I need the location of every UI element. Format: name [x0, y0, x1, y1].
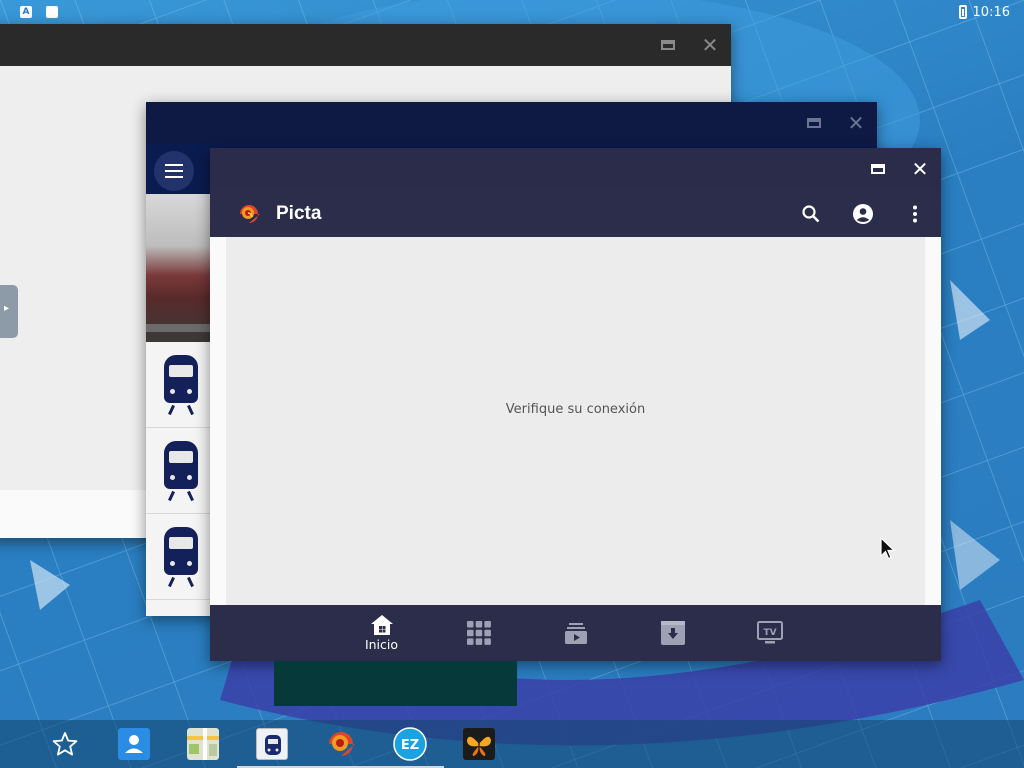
map-icon: [186, 728, 219, 760]
maximize-button[interactable]: [857, 148, 899, 190]
taskbar-contacts[interactable]: [99, 720, 168, 768]
close-icon: ✕: [911, 157, 929, 181]
picta-app-bar: Picta: [210, 190, 941, 237]
nav-categories[interactable]: [430, 605, 527, 661]
side-drawer-handle[interactable]: [0, 285, 18, 338]
menu-button[interactable]: [154, 151, 194, 191]
list-item[interactable]: [146, 428, 216, 514]
clock: 10:16: [972, 4, 1010, 20]
taskbar: EZ: [0, 720, 1024, 768]
taskbar-ez-app[interactable]: EZ: [375, 720, 444, 768]
nav-tv[interactable]: TV: [721, 605, 818, 661]
battery-icon: [958, 5, 967, 19]
video-library-icon: [564, 623, 587, 644]
close-icon: ✕: [701, 33, 719, 57]
bottom-navigation: Inicio TV: [210, 605, 941, 661]
app-title: Picta: [276, 202, 322, 224]
maximize-icon: [661, 40, 675, 50]
status-bar: A 10:16: [0, 0, 1024, 24]
taskbar-butterfly-app[interactable]: [444, 720, 513, 768]
nav-label: Inicio: [364, 637, 399, 652]
train-icon: [162, 354, 200, 415]
account-icon: [853, 203, 873, 224]
train-icon: [162, 526, 200, 587]
background-window-fragment: [274, 661, 517, 706]
list-item[interactable]: [146, 342, 216, 428]
maximize-icon: [871, 164, 885, 174]
taskbar-maps[interactable]: [168, 720, 237, 768]
taskbar-favorites[interactable]: [30, 720, 99, 768]
picta-window-titlebar[interactable]: ✕: [210, 148, 941, 190]
close-button[interactable]: ✕: [899, 148, 941, 190]
maximize-button[interactable]: [647, 24, 689, 66]
list-item[interactable]: [146, 514, 216, 600]
trains-list: [146, 342, 216, 600]
connection-error-message: Verifique su conexión: [505, 401, 646, 417]
tv-icon: TV: [756, 621, 783, 644]
butterfly-app-icon: [462, 728, 495, 760]
sd-card-icon: [46, 6, 58, 18]
ez-app-icon: EZ: [392, 727, 427, 761]
picta-content: Verifique su conexión: [210, 237, 941, 605]
picta-app-icon: [328, 732, 355, 756]
svg-text:EZ: EZ: [400, 738, 418, 753]
train-photo: [146, 194, 216, 342]
a-letter-icon: A: [20, 6, 32, 18]
svg-text:TV: TV: [763, 628, 776, 638]
download-icon: [660, 621, 685, 645]
train-app-icon: [255, 728, 288, 760]
more-options-button[interactable]: [889, 190, 941, 237]
more-vert-icon: [913, 205, 917, 222]
close-button[interactable]: ✕: [835, 102, 877, 144]
apps-grid-icon: [466, 621, 491, 645]
close-button[interactable]: ✕: [689, 24, 731, 66]
picta-window[interactable]: ✕ Picta Verifique su conexión Inicio TV: [210, 148, 941, 661]
back-window-titlebar[interactable]: ✕: [0, 24, 731, 66]
nav-videos[interactable]: [527, 605, 624, 661]
picta-logo-icon: [236, 201, 262, 227]
nav-inicio[interactable]: Inicio: [333, 605, 430, 661]
star-icon: [52, 732, 77, 756]
search-button[interactable]: [785, 190, 837, 237]
trains-window-titlebar[interactable]: ✕: [146, 102, 877, 144]
nav-downloads[interactable]: [624, 605, 721, 661]
close-icon: ✕: [847, 111, 865, 135]
contacts-icon: [117, 728, 150, 760]
taskbar-trains-app[interactable]: [237, 720, 306, 768]
home-icon: [370, 615, 393, 635]
maximize-button[interactable]: [793, 102, 835, 144]
train-icon: [162, 440, 200, 501]
taskbar-picta-app[interactable]: [306, 720, 375, 768]
account-button[interactable]: [837, 190, 889, 237]
search-icon: [802, 204, 820, 222]
maximize-icon: [807, 118, 821, 128]
mouse-cursor-icon: [880, 537, 896, 560]
